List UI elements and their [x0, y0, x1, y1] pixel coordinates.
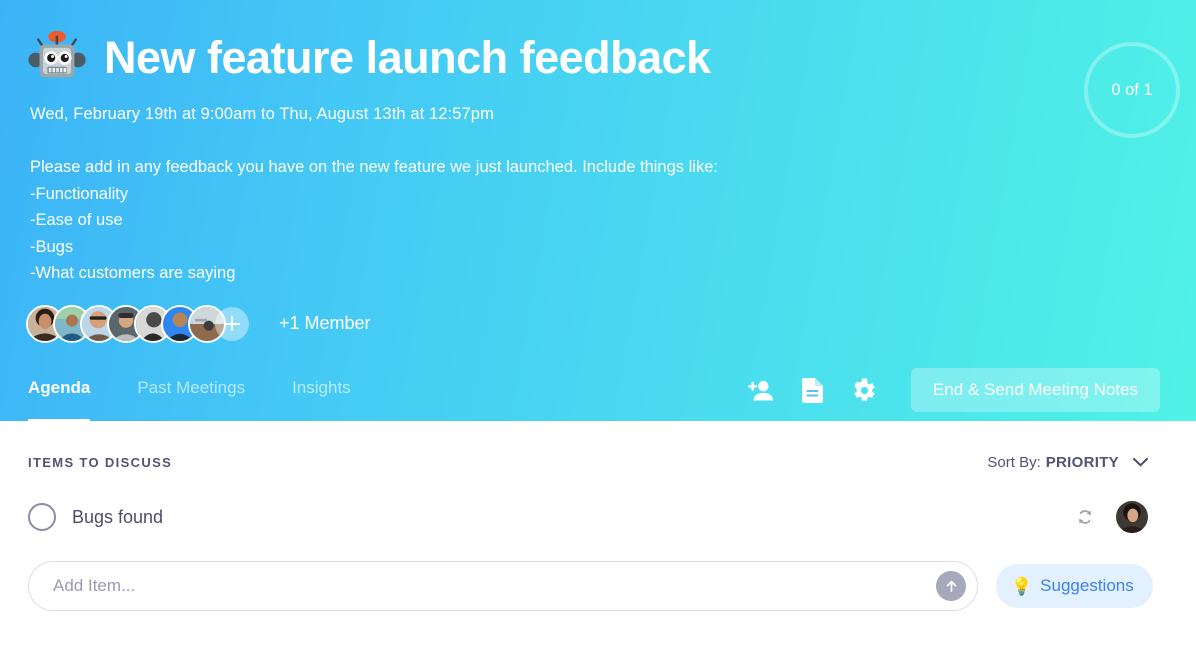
title-row: New feature launch feedback — [0, 0, 1196, 89]
robot-face-icon — [28, 30, 86, 78]
document-icon[interactable] — [800, 377, 826, 403]
add-item-input[interactable] — [29, 562, 977, 610]
header-actions: End & Send Meeting Notes — [748, 368, 1160, 412]
description-line: -Ease of use — [30, 211, 123, 230]
suggestions-button[interactable]: 💡 Suggestions — [996, 564, 1153, 608]
add-item-field[interactable] — [28, 561, 978, 611]
member-overflow-count: +1 Member — [279, 313, 371, 334]
description-line: -Functionality — [30, 184, 129, 203]
description-line: -What customers are saying — [30, 264, 236, 283]
avatar-stack — [26, 304, 249, 343]
progress-label: 0 of 1 — [1111, 80, 1153, 99]
tab-bar: Agenda Past Meetings Insights End & Send… — [0, 359, 1196, 423]
chevron-down-icon — [1133, 458, 1148, 467]
recurring-icon[interactable] — [1074, 506, 1096, 528]
agenda-item-actions — [1074, 501, 1148, 533]
meeting-time-range: Wed, February 19th at 9:00am to Thu, Aug… — [30, 105, 494, 123]
avatar[interactable] — [1116, 501, 1148, 533]
agenda-body: ITEMS TO DISCUSS Sort By: PRIORITY Bugs … — [0, 421, 1196, 651]
member-avatar-row: +1 Member — [26, 304, 1196, 343]
meeting-header: New feature launch feedback Wed, Februar… — [0, 0, 1196, 423]
sort-by-dropdown[interactable]: Sort By: PRIORITY — [987, 454, 1148, 471]
light-bulb-icon: 💡 — [1011, 576, 1033, 596]
suggestions-label: Suggestions — [1040, 576, 1134, 595]
end-and-send-meeting-notes-button[interactable]: End & Send Meeting Notes — [910, 368, 1160, 412]
progress-ring: 0 of 1 — [1084, 42, 1180, 138]
description-line: Please add in any feedback you have on t… — [30, 158, 718, 176]
add-item-row: 💡 Suggestions — [0, 561, 1196, 611]
submit-item-button[interactable] — [936, 571, 966, 601]
tab-agenda[interactable]: Agenda — [28, 378, 91, 423]
agenda-item-checkbox[interactable] — [28, 503, 56, 531]
add-member-button[interactable] — [215, 306, 249, 341]
description-line: -Bugs — [30, 237, 74, 256]
agenda-item-label: Bugs found — [72, 506, 164, 527]
items-to-discuss-label: ITEMS TO DISCUSS — [28, 455, 173, 470]
gear-icon[interactable] — [852, 377, 878, 403]
meeting-description: Please add in any feedback you have on t… — [30, 154, 1196, 287]
tab-past-meetings[interactable]: Past Meetings — [137, 378, 245, 402]
sort-by-value: PRIORITY — [1045, 454, 1119, 471]
sort-by-prefix: Sort By: — [987, 454, 1041, 471]
table-row[interactable]: Bugs found — [0, 493, 1196, 541]
page-title: New feature launch feedback — [104, 32, 711, 84]
tab-insights[interactable]: Insights — [292, 378, 351, 402]
agenda-section-header: ITEMS TO DISCUSS Sort By: PRIORITY — [0, 421, 1196, 471]
tabs: Agenda Past Meetings Insights — [28, 378, 398, 423]
add-person-icon[interactable] — [748, 377, 774, 403]
